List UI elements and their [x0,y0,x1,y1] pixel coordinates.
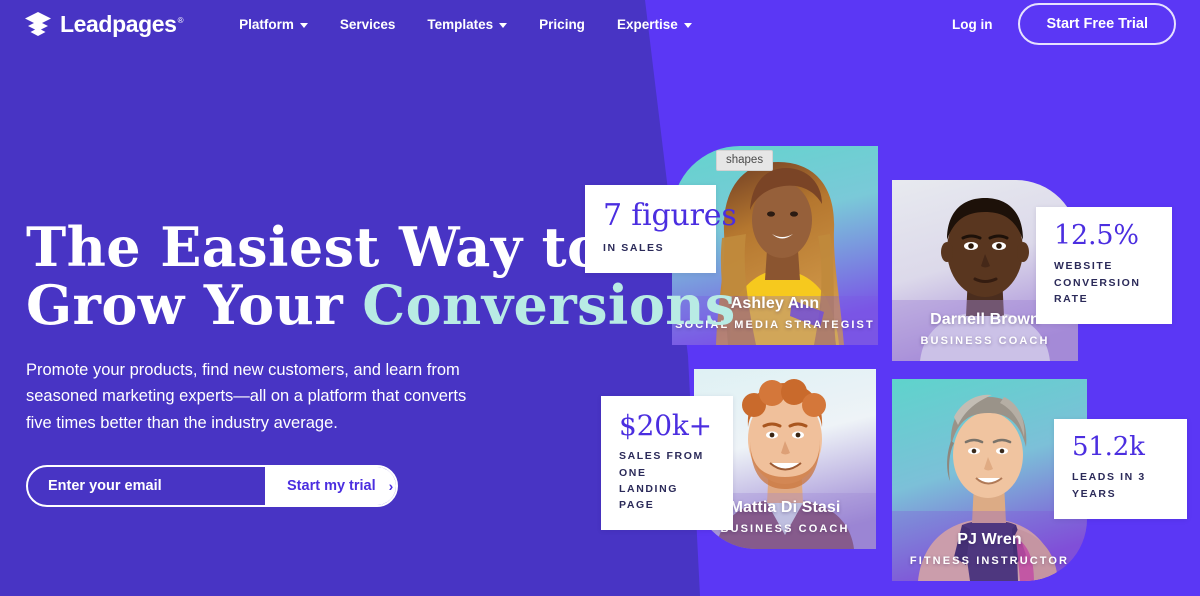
stat-label: IN SALES [603,241,665,254]
headline-plain: Grow Your [26,273,363,338]
stat-label: LEADS IN 3 YEARS [1072,471,1146,500]
hero-content: The Easiest Way to Grow Your Conversions… [26,215,735,507]
page-title: The Easiest Way to Grow Your Conversions [26,215,735,338]
nav-label: Services [339,16,396,32]
trademark-symbol: ® [177,15,184,25]
site-header: Leadpages® Platform Services Templates P… [0,0,1200,48]
chevron-right-icon: › [388,477,394,494]
stat-card-leads: 51.2k LEADS IN 3 YEARS [1054,419,1187,519]
stat-label: WEBSITE CONVERSION RATE [1054,260,1141,305]
stat-card-sales: $20k+ SALES FROM ONE LANDING PAGE [601,396,733,531]
stat-label: SALES FROM ONE LANDING PAGE [619,450,704,512]
chevron-down-icon [683,22,692,28]
person-role: BUSINESS COACH [920,335,1050,347]
hero-subheadline: Promote your products, find new customer… [26,360,467,433]
header-actions: Log in Start Free Trial [952,3,1176,45]
chevron-down-icon [499,22,508,28]
nav-label: Pricing [539,16,585,32]
headline-line-1: The Easiest Way to [26,215,604,279]
stacked-layers-icon [25,12,51,36]
nav-item-platform[interactable]: Platform [223,11,324,38]
logo-wordmark: Leadpages® [60,10,184,37]
headline-accent: Conversions [362,273,736,338]
submit-label: Start my trial [287,477,376,494]
main-navigation: Platform Services Templates Pricing Expe… [223,11,708,38]
stat-card-conversion: 12.5% WEBSITE CONVERSION RATE [1036,207,1172,325]
stat-value: 12.5% [1054,220,1139,251]
nav-item-templates[interactable]: Templates [411,11,523,38]
stat-value: $20k+ [619,409,712,442]
stat-value: 7 figures [603,198,737,233]
nav-label: Templates [427,16,494,32]
login-link[interactable]: Log in [952,17,993,32]
chevron-down-icon [299,22,308,28]
nav-item-pricing[interactable]: Pricing [523,11,601,38]
person-caption: PJ Wren FITNESS INSTRUCTOR [892,531,1087,567]
person-role: FITNESS INSTRUCTOR [909,555,1070,567]
nav-label: Expertise [616,16,678,32]
logo[interactable]: Leadpages® [24,11,183,37]
stat-value: 51.2k [1072,432,1145,462]
start-my-trial-button[interactable]: Start my trial › [265,466,396,505]
nav-label: Platform [239,16,294,32]
email-field[interactable] [28,466,265,505]
person-name: PJ Wren [957,531,1022,548]
shapes-badge[interactable]: shapes [716,150,774,171]
start-free-trial-button[interactable]: Start Free Trial [1018,3,1176,45]
stat-card-figures: 7 figures IN SALES [585,185,737,273]
signup-form: Start my trial › [26,464,398,507]
nav-item-services[interactable]: Services [324,11,412,38]
nav-item-expertise[interactable]: Expertise [601,11,708,38]
headline-line-2: Grow Your Conversions [26,273,735,338]
